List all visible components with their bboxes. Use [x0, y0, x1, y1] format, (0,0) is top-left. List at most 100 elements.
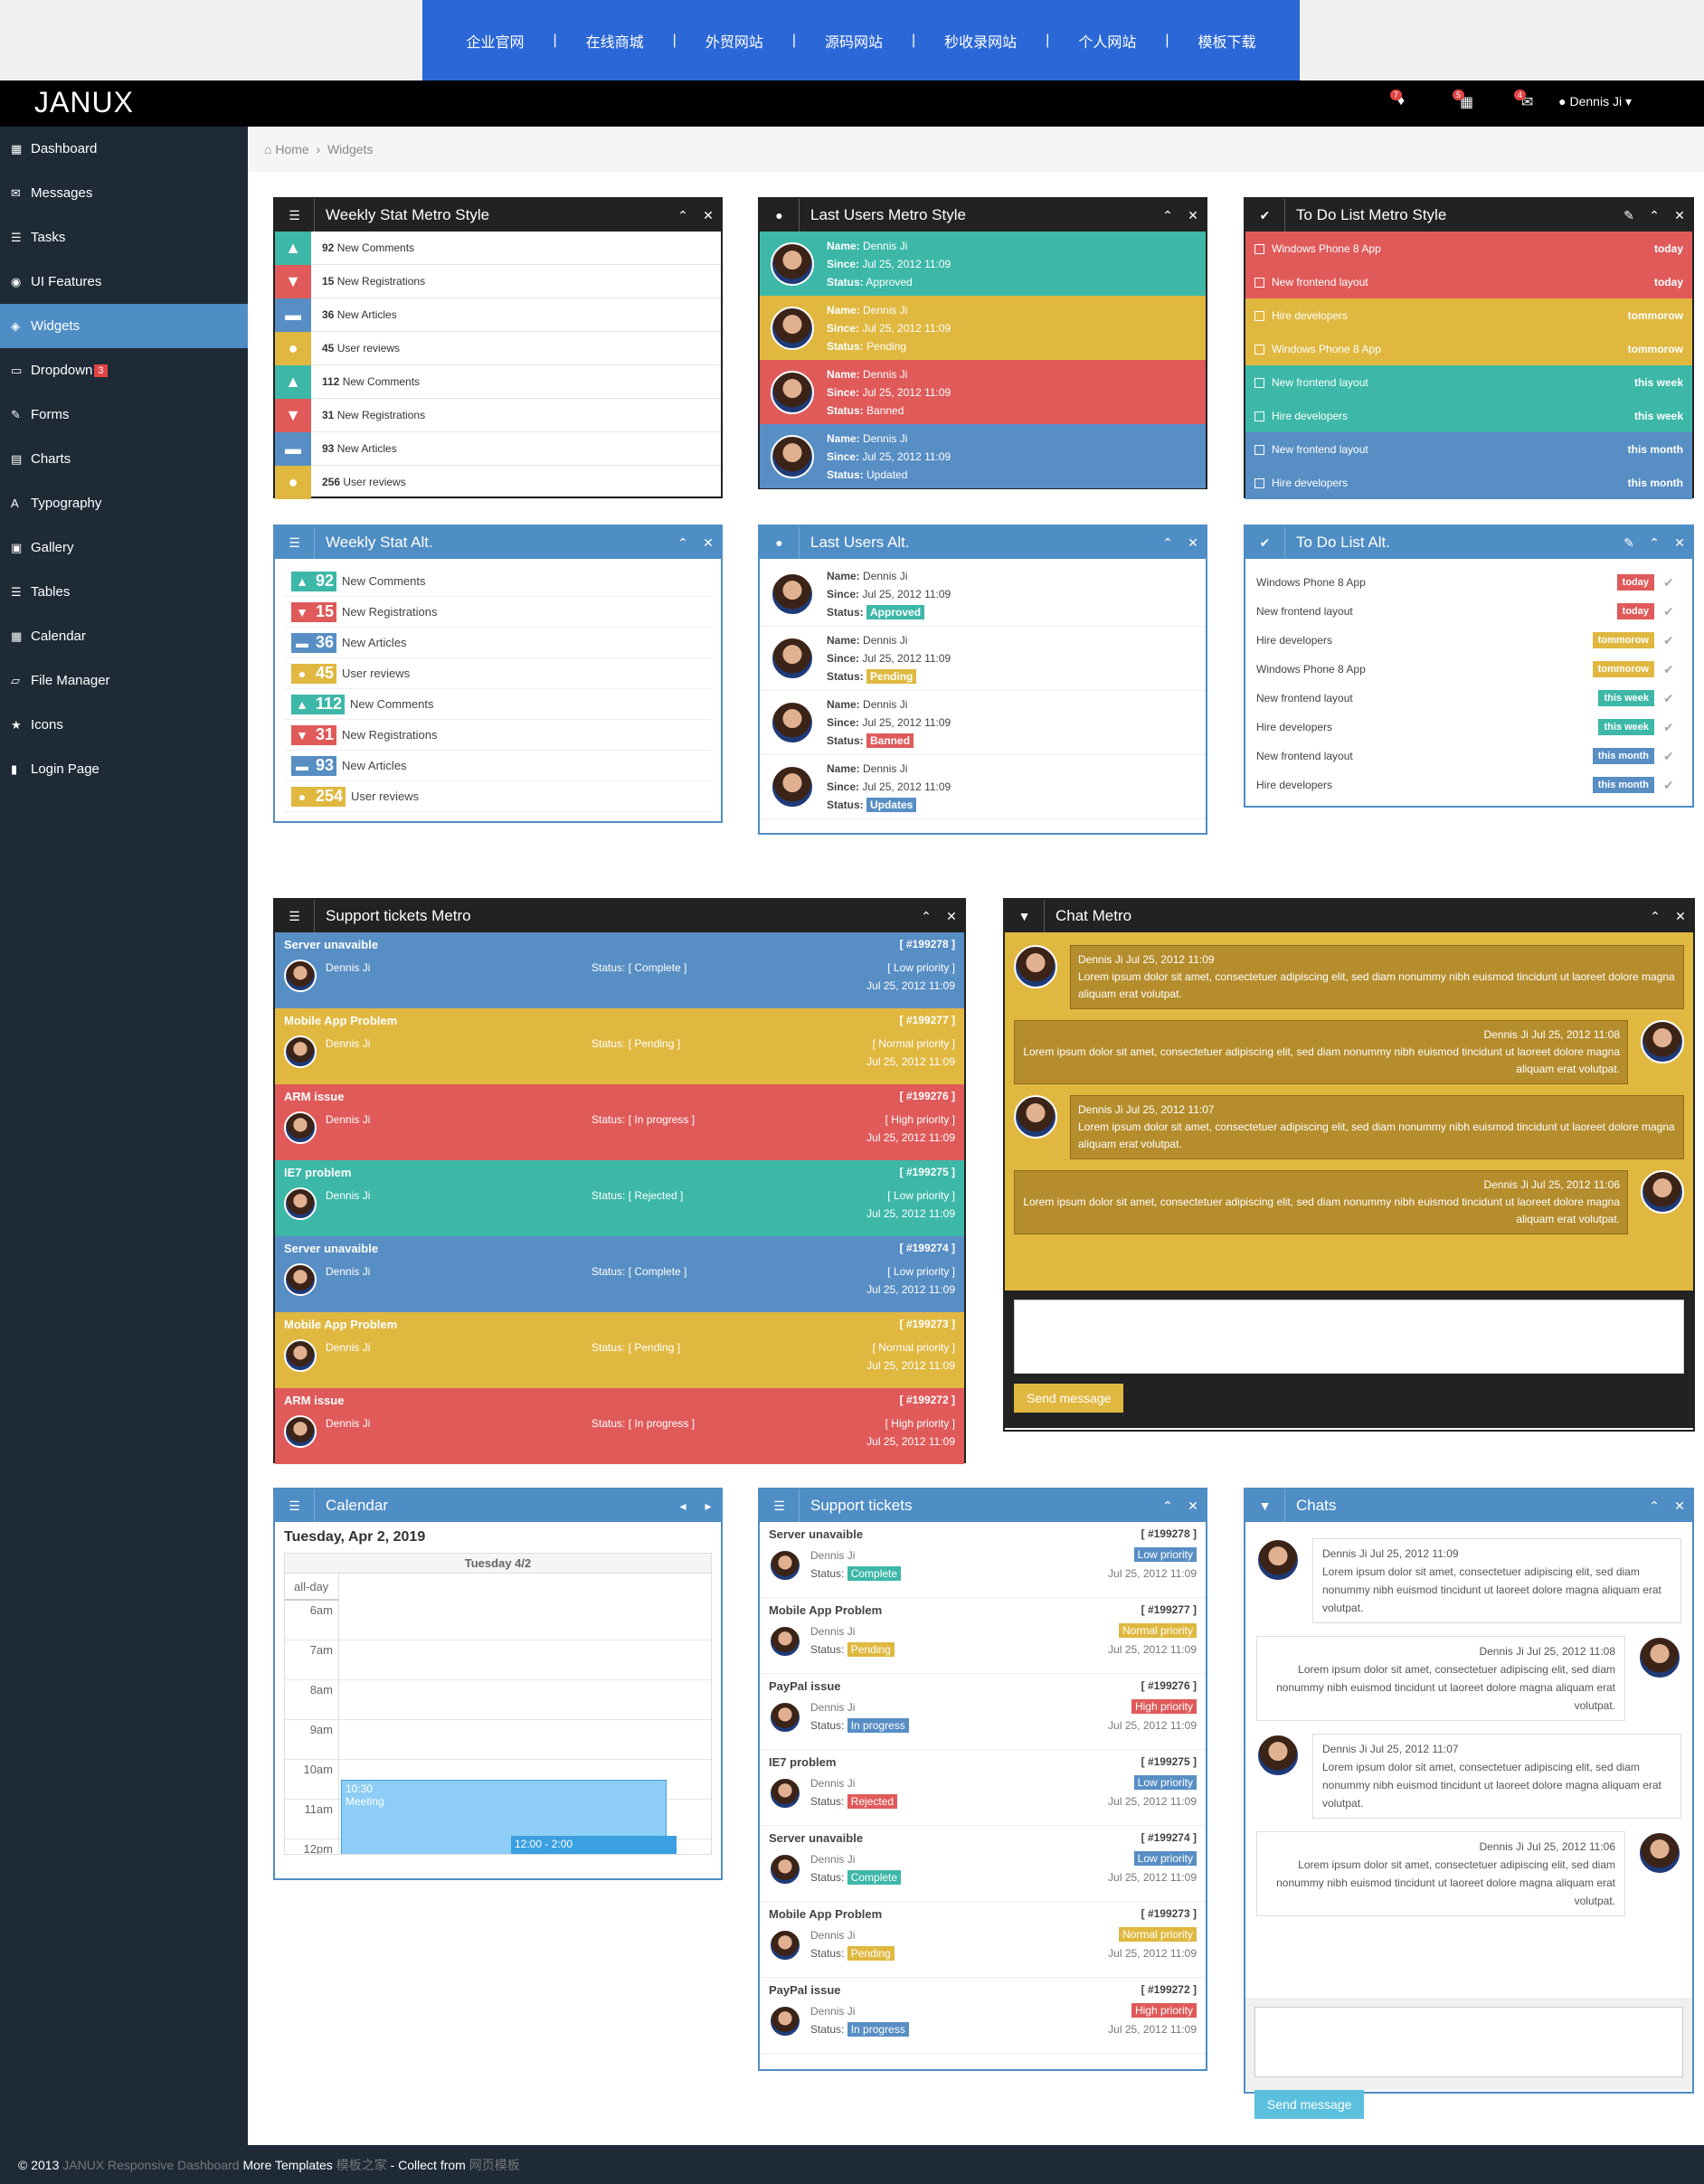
ticket-row[interactable]: PayPal issue [ #199272 ] Dennis Ji Status: …: [760, 1978, 1206, 2054]
chevron-up-icon[interactable]: ⌃: [1642, 909, 1668, 924]
ticket-row[interactable]: Mobile App Problem [ #199277 ] Dennis Ji St…: [275, 1008, 964, 1084]
todo-row[interactable]: Hire developers this month ✔: [1245, 771, 1692, 799]
footer-more[interactable]: More Templates: [242, 2158, 332, 2172]
todo-row[interactable]: Windows Phone 8 App tommorow: [1245, 332, 1692, 365]
send-message-button[interactable]: Send message: [1254, 2090, 1365, 2119]
close-icon[interactable]: ✕: [1668, 909, 1693, 924]
todo-row[interactable]: Windows Phone 8 App today ✔: [1245, 568, 1692, 597]
check-icon[interactable]: ✔: [1663, 778, 1681, 793]
top-nav-item[interactable]: 秒收录网站: [944, 30, 1017, 52]
sidebar-item-login-page[interactable]: ▮ Login Page: [0, 747, 248, 791]
checkbox[interactable]: [1254, 411, 1264, 421]
top-nav-item[interactable]: 个人网站: [1078, 30, 1136, 52]
footer-link-2[interactable]: 网页模板: [469, 2156, 520, 2174]
chevron-up-icon[interactable]: ⌃: [1155, 208, 1180, 223]
ticket-row[interactable]: ARM issue [ #199272 ] Dennis Ji Status: [ I…: [275, 1388, 964, 1464]
ticket-row[interactable]: Mobile App Problem [ #199277 ] Dennis Ji St…: [760, 1598, 1206, 1674]
todo-row[interactable]: New frontend layout this week: [1245, 365, 1692, 399]
checkbox[interactable]: [1254, 344, 1264, 355]
checkbox[interactable]: [1254, 277, 1264, 288]
checkbox[interactable]: [1254, 444, 1264, 455]
sidebar-item-forms[interactable]: ✎ Forms: [0, 392, 248, 437]
top-nav-item[interactable]: 在线商城: [586, 30, 644, 52]
sidebar-item-file-manager[interactable]: ▱ File Manager: [0, 658, 248, 703]
check-icon[interactable]: ✔: [1663, 575, 1681, 591]
todo-row[interactable]: New frontend layout today: [1245, 265, 1692, 298]
top-nav-item[interactable]: 外贸网站: [705, 30, 763, 52]
sidebar-item-calendar[interactable]: ▦ Calendar: [0, 614, 248, 658]
chat-input[interactable]: [1014, 1300, 1684, 1374]
checkbox[interactable]: [1254, 477, 1264, 488]
close-icon[interactable]: ✕: [1180, 208, 1206, 223]
close-icon[interactable]: ✕: [696, 535, 721, 551]
close-icon[interactable]: ✕: [1667, 1499, 1692, 1514]
bell-icon[interactable]: ♦ 7: [1390, 90, 1405, 109]
todo-row[interactable]: Hire developers tommorow ✔: [1245, 626, 1692, 655]
ticket-row[interactable]: Server unavaible [ #199274 ] Dennis Ji Stat…: [275, 1236, 964, 1312]
footer-link-1[interactable]: 模板之家: [336, 2156, 387, 2174]
check-icon[interactable]: ✔: [1663, 662, 1681, 677]
checkbox[interactable]: [1254, 310, 1264, 321]
close-icon[interactable]: ✕: [939, 909, 964, 924]
calendar-icon[interactable]: ▦ 5: [1453, 90, 1473, 111]
sidebar-item-messages[interactable]: ✉ Messages: [0, 171, 248, 215]
chevron-up-icon[interactable]: ⌃: [670, 208, 696, 223]
check-icon[interactable]: ✔: [1663, 720, 1681, 735]
todo-row[interactable]: New frontend layout this month ✔: [1245, 742, 1692, 771]
top-nav-item[interactable]: 企业官网: [466, 30, 524, 52]
ticket-row[interactable]: IE7 problem [ #199275 ] Dennis Ji Status: […: [275, 1160, 964, 1236]
calendar-event[interactable]: 12:00 - 2:00: [511, 1836, 677, 1854]
checkbox[interactable]: [1254, 377, 1264, 388]
sidebar-item-gallery[interactable]: ▣ Gallery: [0, 525, 248, 570]
ticket-row[interactable]: Server unavaible [ #199278 ] Dennis Ji Stat…: [760, 1522, 1206, 1598]
sidebar-item-widgets[interactable]: ◈ Widgets: [0, 304, 248, 348]
chat-input[interactable]: [1254, 2007, 1683, 2077]
ticket-row[interactable]: PayPal issue [ #199276 ] Dennis Ji Status: …: [760, 1674, 1206, 1750]
close-icon[interactable]: ✕: [1180, 1499, 1206, 1514]
sidebar-item-typography[interactable]: A Typography: [0, 481, 248, 525]
ticket-row[interactable]: Server unavaible [ #199274 ] Dennis Ji Stat…: [760, 1826, 1206, 1902]
close-icon[interactable]: ✕: [1667, 208, 1692, 223]
close-icon[interactable]: ✕: [1667, 535, 1692, 551]
wrench-icon[interactable]: ✎: [1616, 535, 1642, 551]
chevron-up-icon[interactable]: ⌃: [1642, 535, 1667, 551]
sidebar-item-dropdown[interactable]: ▭ Dropdown 3: [0, 348, 248, 392]
arrow-right-icon[interactable]: ▸: [696, 1499, 721, 1514]
todo-row[interactable]: Hire developers this week ✔: [1245, 713, 1692, 742]
sidebar-item-ui-features[interactable]: ◉ UI Features: [0, 260, 248, 304]
chevron-up-icon[interactable]: ⌃: [914, 909, 939, 924]
top-nav-item[interactable]: 源码网站: [825, 30, 883, 52]
check-icon[interactable]: ✔: [1663, 749, 1681, 764]
todo-row[interactable]: New frontend layout this week ✔: [1245, 684, 1692, 713]
check-icon[interactable]: ✔: [1663, 633, 1681, 648]
sidebar-item-charts[interactable]: ▤ Charts: [0, 437, 248, 481]
ticket-row[interactable]: Mobile App Problem [ #199273 ] Dennis Ji St…: [275, 1312, 964, 1388]
sidebar-item-tasks[interactable]: ☰ Tasks: [0, 215, 248, 260]
chevron-up-icon[interactable]: ⌃: [1642, 1499, 1667, 1514]
todo-row[interactable]: New frontend layout today ✔: [1245, 597, 1692, 626]
ticket-row[interactable]: IE7 problem [ #199275 ] Dennis Ji Status: R…: [760, 1750, 1206, 1826]
ticket-row[interactable]: Mobile App Problem [ #199273 ] Dennis Ji St…: [760, 1902, 1206, 1978]
ticket-row[interactable]: Server unavaible [ #199278 ] Dennis Ji Stat…: [275, 932, 964, 1008]
checkbox[interactable]: [1254, 243, 1264, 254]
arrow-left-icon[interactable]: ◂: [670, 1499, 696, 1514]
ticket-row[interactable]: ARM issue [ #199276 ] Dennis Ji Status: [ I…: [275, 1084, 964, 1160]
todo-row[interactable]: Hire developers this week: [1245, 399, 1692, 432]
check-icon[interactable]: ✔: [1663, 691, 1681, 706]
wrench-icon[interactable]: ✎: [1616, 208, 1642, 223]
sidebar-item-dashboard[interactable]: ▦ Dashboard: [0, 127, 248, 171]
todo-row[interactable]: Windows Phone 8 App tommorow ✔: [1245, 655, 1692, 684]
chevron-up-icon[interactable]: ⌃: [1642, 208, 1667, 223]
chevron-up-icon[interactable]: ⌃: [670, 535, 696, 551]
todo-row[interactable]: Hire developers tommorow: [1245, 298, 1692, 332]
top-nav-item[interactable]: 模板下载: [1198, 30, 1256, 52]
chevron-up-icon[interactable]: ⌃: [1155, 535, 1180, 551]
send-message-button[interactable]: Send message: [1014, 1384, 1124, 1413]
brand-logo[interactable]: JANUX: [34, 86, 134, 119]
todo-row[interactable]: Windows Phone 8 App today: [1245, 232, 1692, 265]
check-icon[interactable]: ✔: [1663, 604, 1681, 619]
todo-row[interactable]: New frontend layout this month: [1245, 432, 1692, 466]
sidebar-item-icons[interactable]: ★ Icons: [0, 703, 248, 747]
close-icon[interactable]: ✕: [696, 208, 721, 223]
footer-product[interactable]: JANUX Responsive Dashboard: [62, 2158, 239, 2172]
